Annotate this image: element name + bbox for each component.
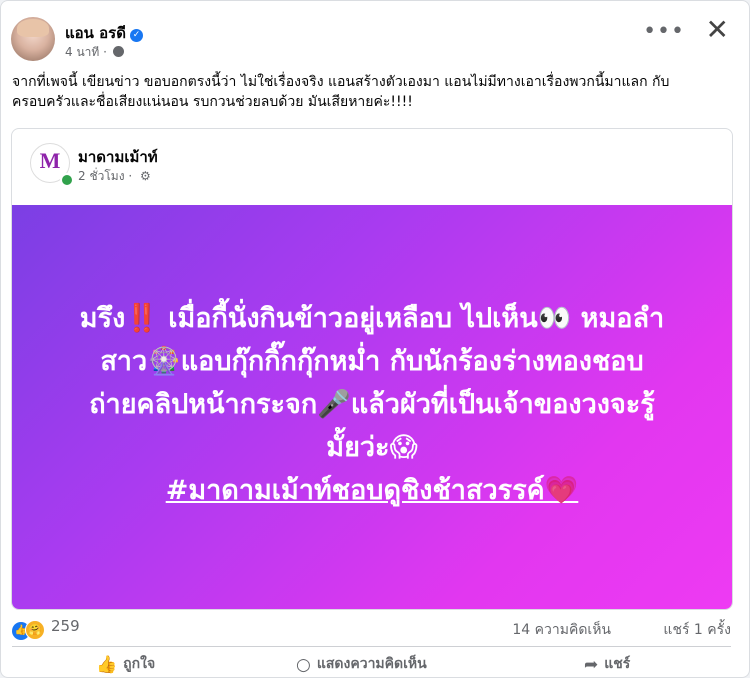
page-name[interactable]: มาดามเม้าท์ bbox=[78, 145, 158, 169]
banner-line: มรึง‼️ เมื่อกี้นั่งกินข้าวอยู่เหลือบ ไปเ… bbox=[79, 303, 665, 334]
online-status-icon bbox=[60, 173, 74, 187]
share-label: แชร์ bbox=[604, 656, 631, 672]
globe-icon bbox=[112, 46, 124, 57]
banner-line: ถ่ายคลิปหน้ากระจก🎤แล้วผัวที่เป็นเจ้าของว… bbox=[89, 389, 655, 420]
shared-post[interactable]: M มาดามเม้าท์ 2 ชั่วโมง · ⚙ มรึง‼️ เมื่อ… bbox=[11, 128, 733, 610]
post-text: จากที่เพจนี้ เขียนข่าว ขอบอกตรงนี้ว่า ไม… bbox=[12, 74, 670, 110]
author-name-text[interactable]: แอน อรดี bbox=[65, 24, 126, 42]
thumbs-up-icon: 👍 bbox=[96, 655, 118, 675]
banner-line: สาว🎡แอบกุ๊กกิ๊กกุ๊กหม่ำ กับนักร้องร่างทอ… bbox=[100, 346, 644, 377]
share-button[interactable]: ➦ แชร์ bbox=[584, 653, 630, 675]
comment-icon: ○ bbox=[296, 655, 311, 675]
author-name[interactable]: แอน อรดี ✓ bbox=[65, 21, 143, 45]
shared-time[interactable]: 2 ชั่วโมง bbox=[78, 169, 125, 183]
comment-button[interactable]: ○ แสดงความคิดเห็น bbox=[296, 653, 427, 675]
banner-text: มรึง‼️ เมื่อกี้นั่งกินข้าวอยู่เหลือบ ไปเ… bbox=[42, 297, 702, 512]
post-time[interactable]: 4 นาที bbox=[65, 45, 99, 59]
shared-meta: 2 ชั่วโมง · ⚙ bbox=[78, 169, 151, 183]
like-label: ถูกใจ bbox=[123, 656, 156, 672]
gear-icon: ⚙ bbox=[140, 169, 151, 183]
reaction-count: 259 bbox=[51, 617, 80, 635]
action-bar: 👍 ถูกใจ ○ แสดงความคิดเห็น ➦ แชร์ bbox=[12, 646, 731, 677]
page-logo-letter: M bbox=[39, 148, 61, 173]
banner-hashtag[interactable]: #มาดามเม้าท์ชอบดูชิงช้าสวรรค์💗 bbox=[42, 469, 702, 512]
close-icon[interactable]: ✕ bbox=[706, 15, 729, 45]
post-stats: 👍🤗 259 14 ความคิดเห็น แชร์ 1 ครั้ง bbox=[12, 617, 731, 641]
shared-header: M มาดามเม้าท์ 2 ชั่วโมง · ⚙ bbox=[12, 129, 732, 205]
post-header: แอน อรดี ✓ 4 นาที · ••• ✕ bbox=[11, 15, 729, 65]
like-button[interactable]: 👍 ถูกใจ bbox=[96, 653, 155, 675]
share-count[interactable]: แชร์ 1 ครั้ง bbox=[663, 619, 731, 641]
post-meta: 4 นาที · bbox=[65, 43, 124, 62]
more-options-icon[interactable]: ••• bbox=[643, 19, 685, 44]
post-image-banner[interactable]: มรึง‼️ เมื่อกี้นั่งกินข้าวอยู่เหลือบ ไปเ… bbox=[12, 205, 732, 609]
comment-count[interactable]: 14 ความคิดเห็น bbox=[512, 619, 611, 641]
reactions[interactable]: 👍🤗 259 bbox=[12, 617, 80, 640]
care-reaction-icon: 🤗 bbox=[25, 620, 45, 640]
verified-icon: ✓ bbox=[129, 29, 143, 42]
banner-line: มั้ยว่ะ😱 bbox=[326, 432, 418, 463]
post-card: แอน อรดี ✓ 4 นาที · ••• ✕ จากที่เพจนี้ เข… bbox=[0, 0, 750, 678]
comment-label: แสดงความคิดเห็น bbox=[316, 656, 427, 672]
avatar[interactable] bbox=[11, 17, 55, 61]
share-icon: ➦ bbox=[584, 655, 599, 675]
